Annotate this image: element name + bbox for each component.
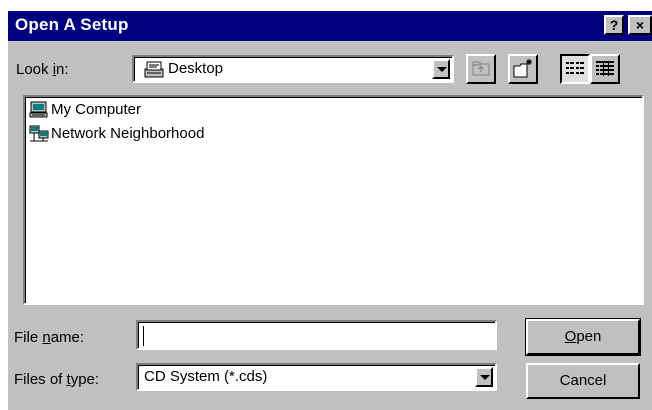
file-name-label: File name: bbox=[14, 329, 84, 346]
file-type-dropdown-arrow[interactable] bbox=[475, 367, 493, 387]
file-type-value: CD System (*.cds) bbox=[144, 368, 268, 385]
cancel-button[interactable]: Cancel bbox=[526, 363, 640, 399]
look-in-combobox[interactable]: Desktop bbox=[132, 55, 454, 83]
list-view-button[interactable] bbox=[560, 54, 590, 84]
new-folder-icon bbox=[513, 59, 532, 78]
open-button-accel: O bbox=[564, 328, 577, 345]
title-bar[interactable]: Open A Setup ? × bbox=[8, 11, 652, 41]
open-setup-dialog: Open A Setup ? × Look in: Desktop My Com… bbox=[8, 11, 652, 410]
list-item-label: My Computer bbox=[51, 101, 142, 118]
computer-icon bbox=[29, 101, 48, 118]
details-view-button[interactable] bbox=[590, 54, 620, 84]
look-in-label: Look in: bbox=[16, 61, 69, 78]
file-type-label: Files of type: bbox=[14, 371, 99, 388]
look-in-label-prefix: Look bbox=[16, 61, 53, 78]
text-caret bbox=[143, 326, 144, 346]
up-one-level-button[interactable] bbox=[466, 54, 496, 84]
look-in-label-suffix: n: bbox=[56, 61, 69, 78]
look-in-value: Desktop bbox=[168, 60, 224, 77]
list-view-icon bbox=[566, 62, 584, 74]
file-type-label-prefix: Files of bbox=[14, 371, 67, 388]
create-new-folder-button[interactable] bbox=[508, 54, 538, 84]
folder-up-icon bbox=[472, 61, 490, 76]
details-view-icon bbox=[596, 61, 614, 76]
list-item[interactable]: Network Neighborhood bbox=[29, 123, 204, 145]
dialog-title: Open A Setup bbox=[15, 15, 129, 34]
list-item[interactable]: My Computer bbox=[29, 99, 141, 121]
file-name-label-suffix: ame: bbox=[50, 329, 85, 346]
file-list[interactable]: My Computer Network Neighborhood bbox=[23, 95, 644, 305]
file-type-combobox[interactable]: CD System (*.cds) bbox=[136, 363, 497, 391]
file-name-label-prefix: File bbox=[14, 329, 43, 346]
list-item-label: Network Neighborhood bbox=[51, 125, 205, 142]
help-button[interactable]: ? bbox=[604, 15, 624, 35]
file-type-label-suffix: ype: bbox=[70, 371, 100, 388]
look-in-dropdown-arrow[interactable] bbox=[432, 59, 450, 79]
close-button[interactable]: × bbox=[628, 15, 652, 35]
desktop-icon bbox=[144, 61, 164, 78]
file-name-input[interactable] bbox=[136, 320, 497, 350]
network-icon bbox=[29, 125, 49, 142]
open-button-label: pen bbox=[576, 328, 602, 345]
open-button[interactable]: Open bbox=[525, 318, 641, 356]
file-name-label-accel: n bbox=[42, 329, 51, 346]
